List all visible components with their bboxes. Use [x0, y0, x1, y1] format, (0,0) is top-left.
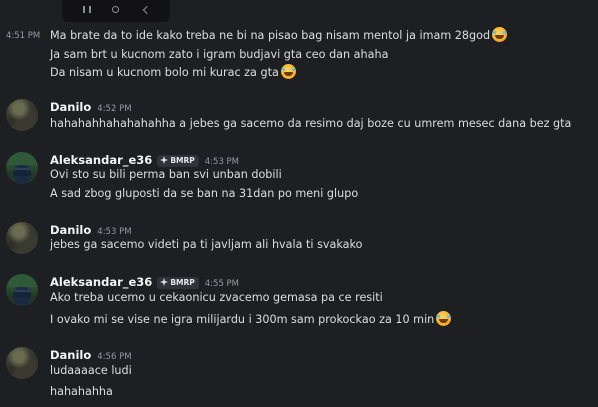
message-line[interactable]: Da nisam u kucnom bolo mi kurac za gta	[50, 64, 296, 82]
avatar[interactable]	[6, 152, 38, 184]
avatar[interactable]	[6, 347, 38, 379]
pause-icon[interactable]	[81, 5, 93, 17]
chat-view: 4:51 PM Ma brate da to ide kako treba ne…	[0, 0, 598, 407]
message-timestamp: 4:56 PM	[97, 352, 132, 362]
laughing-emoji-icon	[280, 64, 296, 79]
username[interactable]: Danilo	[50, 348, 91, 362]
message-text: I ovako mi se vise ne igra milijardu i 3…	[50, 313, 435, 326]
message-timestamp: 4:55 PM	[204, 279, 240, 289]
back-chevron-icon[interactable]	[139, 5, 152, 17]
message-line[interactable]: hahahahhahahahahha a jebes ga sacemo da …	[50, 115, 571, 133]
avatar[interactable]	[6, 274, 38, 306]
message-line[interactable]: Ovi sto su bili perma ban svi unban dobi…	[50, 166, 282, 184]
server-tag-icon	[160, 278, 169, 286]
home-circle-icon[interactable]	[110, 5, 122, 17]
message-text: A sad zbog gluposti da se ban na 31dan p…	[50, 187, 359, 200]
message-text: Da nisam u kucnom bolo mi kurac za gta	[50, 66, 279, 79]
laughing-emoji-icon	[436, 311, 452, 326]
car-image	[13, 290, 31, 298]
username[interactable]: Aleksandar_e36	[50, 275, 152, 289]
message-text: Ovi sto su bili perma ban svi unban dobi…	[50, 168, 282, 181]
message-text: hahahahha	[50, 385, 113, 398]
car-image	[13, 168, 31, 176]
message-line[interactable]: hahahahha	[50, 383, 113, 401]
message-line[interactable]: A sad zbog gluposti da se ban na 31dan p…	[50, 185, 358, 203]
message-line[interactable]: Ako treba ucemo u cekaonicu zvacemo gema…	[50, 289, 383, 307]
username[interactable]: Aleksandar_e36	[50, 153, 152, 167]
message-timestamp: 4:52 PM	[97, 104, 132, 114]
message-text: Ja sam brt u kucnom zato i igram budjavi…	[50, 48, 389, 61]
avatar[interactable]	[6, 99, 38, 131]
message-line[interactable]: Ja sam brt u kucnom zato i igram budjavi…	[50, 46, 388, 64]
message-text: ludaaaace ludi	[50, 364, 132, 377]
message-line[interactable]: jebes ga sacemo videti pa ti javljam ali…	[50, 236, 362, 254]
badge-label: BMRP	[170, 278, 195, 287]
laughing-emoji-icon	[492, 27, 508, 42]
badge-label: BMRP	[170, 156, 195, 165]
message-text: Ako treba ucemo u cekaonicu zvacemo gema…	[50, 291, 383, 304]
message-text: jebes ga sacemo videti pa ti javljam ali…	[50, 238, 363, 251]
server-tag-icon	[160, 156, 169, 164]
message-timestamp: 4:51 PM	[6, 31, 41, 41]
message-line[interactable]: I ovako mi se vise ne igra milijardu i 3…	[50, 311, 452, 329]
username[interactable]: Danilo	[50, 100, 91, 114]
username[interactable]: Danilo	[50, 223, 91, 237]
message-line[interactable]: ludaaaace ludi	[50, 362, 132, 380]
message-text: hahahahhahahahahha a jebes ga sacemo da …	[50, 117, 572, 130]
server-tag-badge[interactable]: BMRP	[157, 277, 199, 289]
message-line[interactable]: Ma brate da to ide kako treba ne bi na p…	[50, 27, 508, 45]
media-control-bar	[62, 0, 170, 22]
message-text: Ma brate da to ide kako treba ne bi na p…	[50, 29, 491, 42]
avatar[interactable]	[6, 222, 38, 254]
